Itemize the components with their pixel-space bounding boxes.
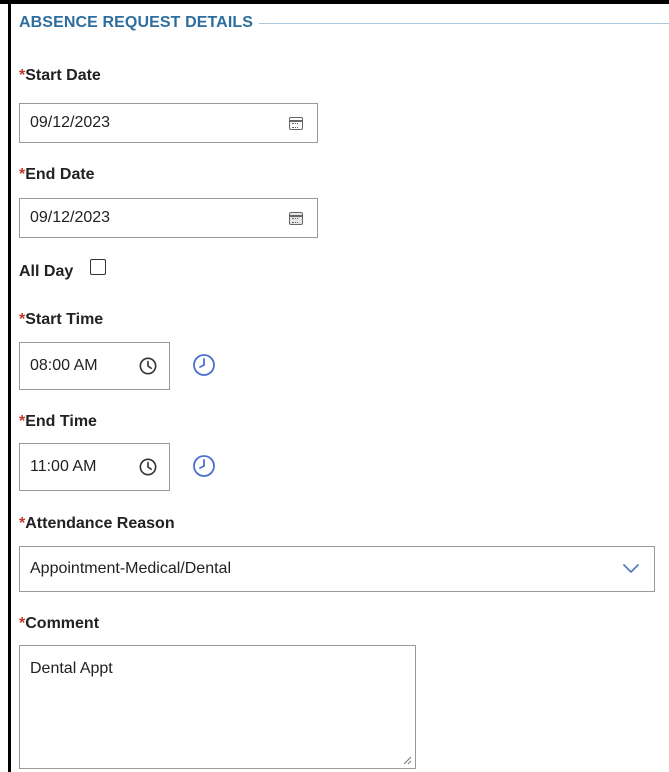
left-edge-border	[8, 0, 11, 772]
comment-value: Dental Appt	[30, 660, 113, 677]
top-edge-strip	[0, 0, 669, 4]
attendance-reason-select[interactable]: Appointment-Medical/Dental	[19, 546, 655, 592]
clock-icon[interactable]	[139, 357, 157, 375]
section-header: ABSENCE REQUEST DETAILS	[19, 12, 669, 34]
start-time-label: *Start Time	[19, 311, 104, 328]
end-time-value: 11:00 AM	[30, 458, 97, 475]
end-date-input[interactable]: 09/12/2023	[19, 198, 318, 238]
attendance-reason-label: *Attendance Reason	[19, 515, 175, 532]
end-time-label: *End Time	[19, 413, 97, 430]
calendar-icon[interactable]	[289, 212, 303, 225]
start-time-input[interactable]: 08:00 AM	[19, 342, 170, 390]
resize-grip-icon[interactable]	[402, 755, 412, 765]
end-time-input[interactable]: 11:00 AM	[19, 443, 170, 491]
comment-textarea[interactable]: Dental Appt	[19, 645, 416, 769]
start-time-value: 08:00 AM	[30, 357, 98, 374]
time-popup-clock-icon[interactable]	[192, 353, 216, 377]
all-day-label: All Day	[19, 263, 74, 280]
start-date-input[interactable]: 09/12/2023	[19, 103, 318, 143]
calendar-icon[interactable]	[289, 117, 303, 130]
attendance-reason-value: Appointment-Medical/Dental	[30, 560, 231, 577]
start-date-value: 09/12/2023	[30, 114, 111, 131]
end-date-label: *End Date	[19, 166, 95, 183]
time-popup-clock-icon[interactable]	[192, 454, 216, 478]
comment-label: *Comment	[19, 615, 100, 632]
section-title: ABSENCE REQUEST DETAILS	[19, 14, 254, 31]
all-day-checkbox[interactable]	[90, 259, 106, 275]
end-date-value: 09/12/2023	[30, 209, 111, 226]
clock-icon[interactable]	[139, 458, 157, 476]
start-date-label: *Start Date	[19, 67, 101, 84]
section-divider	[259, 22, 669, 24]
chevron-down-icon[interactable]	[622, 562, 640, 574]
